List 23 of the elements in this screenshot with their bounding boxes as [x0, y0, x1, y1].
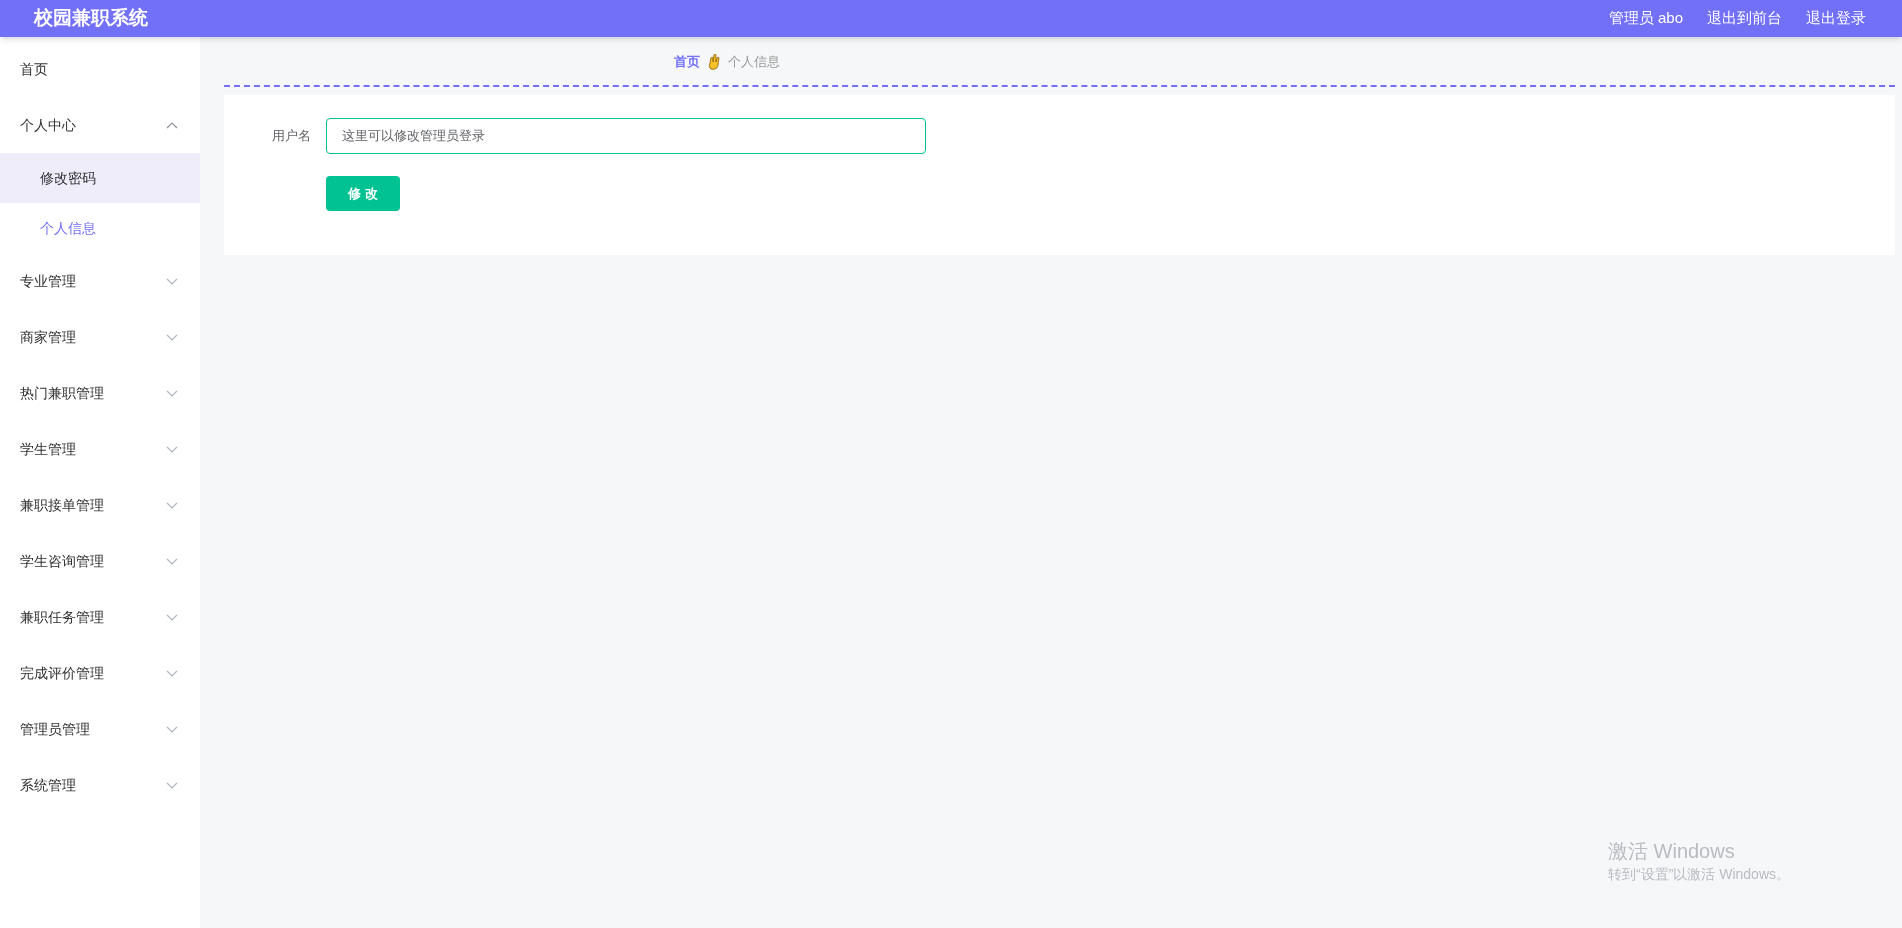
menu-item[interactable]: 商家管理 — [0, 309, 200, 365]
menu-item[interactable]: 专业管理 — [0, 253, 200, 309]
header-link[interactable]: 管理员 abo — [1608, 7, 1683, 30]
menu-item[interactable]: 热门兼职管理 — [0, 365, 200, 421]
header-link[interactable]: 退出到前台 — [1707, 7, 1782, 30]
menu-item[interactable]: 管理员管理 — [0, 701, 200, 757]
submenu-item[interactable]: 修改密码 — [0, 153, 200, 203]
menu-item[interactable]: 首页 — [0, 41, 200, 97]
menu-item[interactable]: 个人中心 — [0, 97, 200, 153]
hand-icon — [708, 54, 720, 70]
notice-title: 激活 Windows — [1608, 839, 1736, 864]
field-label: 用户名 — [272, 127, 312, 146]
menu-item[interactable]: 学生咨询管理 — [0, 533, 200, 589]
menu-item[interactable]: 兼职接单管理 — [0, 477, 200, 533]
breadcrumb-link[interactable]: 首页 — [674, 52, 700, 72]
app-title: 校园兼职系统 — [34, 6, 148, 31]
menu-item[interactable]: 兼职任务管理 — [0, 589, 200, 645]
menu-item[interactable]: 完成评价管理 — [0, 645, 200, 701]
menu-item[interactable]: 学生管理 — [0, 421, 200, 477]
username-field[interactable]: 这里可以修改管理员登录 — [326, 118, 926, 154]
notice-text: 转到“设置”以激活 Windows。 — [1608, 865, 1790, 884]
header-link[interactable]: 退出登录 — [1806, 7, 1866, 30]
menu-item[interactable]: 系统管理 — [0, 757, 200, 813]
